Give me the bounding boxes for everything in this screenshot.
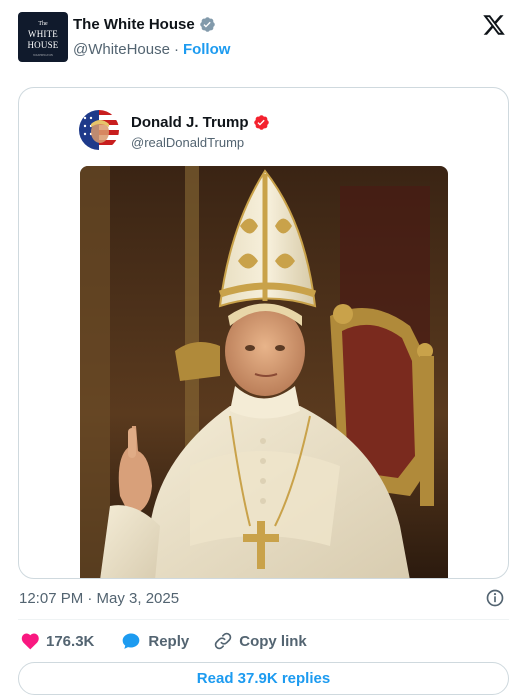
actions-divider: [18, 619, 509, 620]
post-header: The WHITE HOUSE WASHINGTON The White Hou…: [16, 10, 506, 64]
whitehouse-avatar[interactable]: The WHITE HOUSE WASHINGTON: [18, 12, 68, 62]
quoted-author-name-row[interactable]: Donald J. Trump: [131, 114, 270, 131]
avatar-text-line3: HOUSE: [27, 40, 59, 50]
post-timestamp[interactable]: 12:07 PM · May 3, 2025: [19, 590, 179, 607]
info-icon[interactable]: [485, 588, 505, 608]
separator-dot: ·: [173, 41, 179, 58]
like-button[interactable]: 176.3K: [20, 631, 94, 651]
author-handle-row: @WhiteHouse · Follow: [73, 41, 230, 58]
reply-button[interactable]: Reply: [120, 631, 189, 651]
like-count: 176.3K: [46, 632, 95, 650]
author-handle[interactable]: @WhiteHouse: [73, 41, 170, 58]
avatar-text-line2: WHITE: [28, 29, 58, 39]
verified-red-icon: [253, 115, 269, 130]
reply-label: Reply: [148, 632, 190, 650]
quoted-author-avatar[interactable]: [79, 110, 119, 150]
quoted-author-handle: @realDonaldTrump: [131, 135, 245, 150]
reply-bubble-icon: [123, 633, 140, 649]
avatar-text-line4: WASHINGTON: [33, 53, 53, 57]
heart-icon: [21, 633, 39, 650]
flag-avatar-image: [79, 110, 119, 150]
copy-link-label: Copy link: [239, 632, 307, 650]
avatar-text-line1: The: [38, 21, 48, 27]
quoted-post-card[interactable]: Donald J. Trump @realDonaldTrump: [18, 87, 509, 579]
read-replies-button[interactable]: Read 37.9K replies: [18, 662, 509, 695]
follow-button[interactable]: Follow: [183, 41, 231, 58]
quoted-post-image[interactable]: [80, 166, 448, 578]
actions-row: 176.3K Reply Copy link: [20, 629, 307, 653]
quoted-author-name[interactable]: Donald J. Trump: [131, 114, 249, 131]
pope-portrait-illustration: [80, 166, 448, 578]
x-logo-icon[interactable]: [482, 13, 506, 37]
link-icon: [214, 632, 232, 650]
author-name[interactable]: The White House: [73, 16, 195, 33]
copy-link-button[interactable]: Copy link: [213, 631, 307, 651]
author-name-row[interactable]: The White House: [73, 16, 216, 33]
verified-gray-icon: [199, 17, 215, 32]
